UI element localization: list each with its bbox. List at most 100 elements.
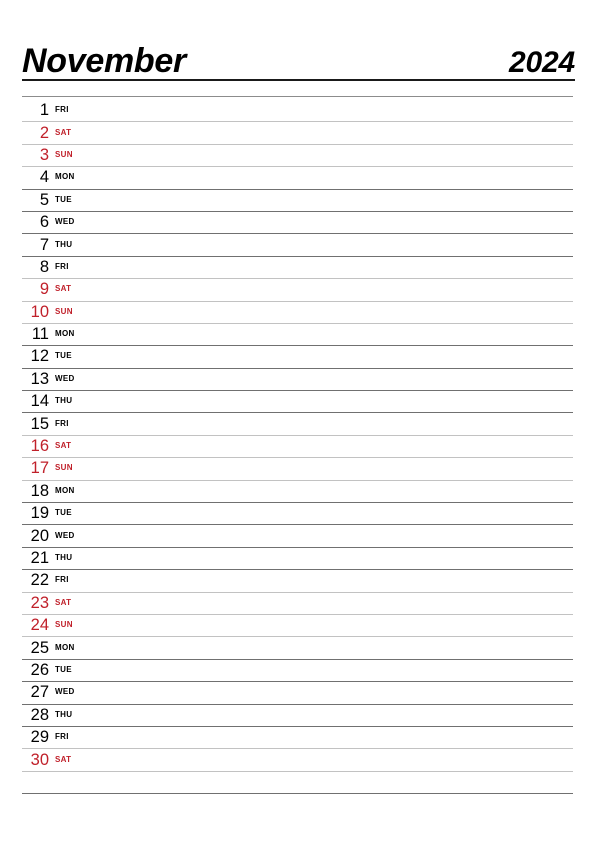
calendar-header: November 2024	[22, 34, 575, 80]
day-note-area[interactable]	[72, 548, 573, 569]
day-note-area[interactable]	[75, 324, 573, 345]
day-note-area[interactable]	[75, 212, 573, 233]
day-note-area[interactable]	[71, 749, 573, 770]
day-row[interactable]: 26 TUE	[22, 660, 573, 683]
day-row[interactable]: 3 SUN	[22, 145, 573, 168]
day-row[interactable]: 17 SUN	[22, 458, 573, 481]
day-row[interactable]: 9 SAT	[22, 279, 573, 302]
day-number: 1	[39, 101, 49, 120]
day-note-area[interactable]	[71, 279, 573, 300]
weekday-abbreviation: MON	[55, 642, 75, 652]
calendar-page: November 2024 1 FRI 2 SAT 3 SUN 4 MON 5 TUE 6 WED 7 T…	[0, 0, 595, 843]
day-row[interactable]: 29 FRI	[22, 727, 573, 750]
day-note-area[interactable]	[72, 234, 573, 255]
day-note-area[interactable]	[69, 570, 573, 591]
day-note-area[interactable]	[71, 122, 573, 143]
day-number: 25	[30, 638, 49, 657]
page-title: November	[22, 42, 186, 80]
day-row[interactable]: 5 TUE	[22, 190, 573, 212]
day-row[interactable]: 12 TUE	[22, 346, 573, 369]
weekday-abbreviation: TUE	[55, 194, 72, 204]
day-row[interactable]: 22 FRI	[22, 570, 573, 593]
weekday-abbreviation: MON	[55, 329, 75, 339]
day-note-area[interactable]	[75, 525, 573, 546]
day-number: 21	[30, 549, 49, 567]
weekday-abbreviation: FRI	[55, 732, 69, 742]
day-row[interactable]: 6 WED	[22, 212, 573, 235]
day-number: 26	[30, 660, 49, 679]
weekday-abbreviation: SUN	[55, 463, 73, 473]
day-row[interactable]: 11 MON	[22, 324, 573, 347]
day-number: 7	[39, 235, 49, 254]
weekday-abbreviation: SAT	[55, 127, 72, 137]
year-label: 2024	[509, 46, 575, 79]
day-note-area[interactable]	[72, 503, 573, 524]
day-row[interactable]: 15 FRI	[22, 413, 573, 436]
day-note-area[interactable]	[72, 705, 573, 726]
day-note-area[interactable]	[72, 391, 573, 412]
day-note-area[interactable]	[69, 413, 573, 434]
weekday-abbreviation: SUN	[55, 306, 73, 316]
day-row[interactable]: 19 TUE	[22, 503, 573, 526]
day-row[interactable]: 25 MON	[22, 637, 573, 660]
day-note-area[interactable]	[72, 346, 573, 367]
day-note-area[interactable]	[69, 100, 573, 121]
day-row[interactable]: 2 SAT	[22, 122, 573, 145]
weekday-abbreviation: TUE	[55, 351, 72, 361]
weekday-abbreviation: FRI	[55, 105, 69, 115]
weekday-abbreviation: THU	[55, 239, 73, 249]
day-note-area[interactable]	[73, 615, 573, 636]
day-note-area[interactable]	[71, 436, 573, 457]
day-number: 30	[30, 750, 49, 769]
weekday-abbreviation: SAT	[55, 597, 72, 607]
day-number: 10	[30, 302, 49, 321]
day-row[interactable]: 7 THU	[22, 234, 573, 257]
day-note-area[interactable]	[72, 190, 573, 211]
day-row[interactable]: 20 WED	[22, 525, 573, 548]
day-note-area[interactable]	[75, 369, 573, 390]
trailing-blank-row[interactable]	[22, 772, 573, 795]
day-note-area[interactable]	[75, 481, 573, 502]
day-note-area[interactable]	[69, 727, 573, 748]
weekday-abbreviation: THU	[55, 709, 73, 719]
day-number: 27	[30, 683, 49, 702]
day-number: 6	[39, 213, 49, 232]
weekday-abbreviation: WED	[55, 687, 75, 697]
day-note-area[interactable]	[75, 682, 573, 703]
weekday-abbreviation: MON	[55, 172, 75, 182]
day-row[interactable]: 16 SAT	[22, 436, 573, 459]
day-row[interactable]: 10 SUN	[22, 302, 573, 324]
day-note-area[interactable]	[73, 302, 573, 323]
header-divider-thick	[22, 79, 575, 81]
day-row[interactable]: 13 WED	[22, 369, 573, 392]
day-row[interactable]: 8 FRI	[22, 257, 573, 280]
weekday-abbreviation: SAT	[55, 754, 72, 764]
day-row[interactable]: 30 SAT	[22, 749, 573, 772]
weekday-abbreviation: SUN	[55, 149, 73, 159]
day-number: 5	[39, 190, 49, 209]
day-number: 24	[30, 616, 49, 635]
day-row[interactable]: 4 MON	[22, 167, 573, 190]
day-row[interactable]: 18 MON	[22, 481, 573, 504]
day-note-area[interactable]	[75, 637, 573, 658]
day-row[interactable]: 21 THU	[22, 548, 573, 571]
day-note-area[interactable]	[75, 167, 573, 188]
day-row[interactable]: 14 THU	[22, 391, 573, 414]
weekday-abbreviation: THU	[55, 553, 73, 562]
day-note-area[interactable]	[72, 660, 573, 681]
day-row[interactable]: 28 THU	[22, 705, 573, 727]
day-number: 13	[30, 369, 49, 388]
day-note-area[interactable]	[71, 593, 573, 614]
day-number: 3	[39, 145, 49, 164]
day-row[interactable]: 27 WED	[22, 682, 573, 705]
day-row[interactable]: 24 SUN	[22, 615, 573, 638]
day-note-area[interactable]	[73, 145, 573, 166]
day-list: 1 FRI 2 SAT 3 SUN 4 MON 5 TUE 6 WED 7 THU 8 FRI 9 SAT 10 SU…	[22, 100, 573, 795]
header-divider-thin	[22, 96, 573, 97]
day-row[interactable]: 1 FRI	[22, 100, 573, 123]
day-number: 16	[30, 437, 49, 456]
day-number: 20	[30, 526, 49, 545]
day-note-area[interactable]	[69, 257, 573, 278]
day-row[interactable]: 23 SAT	[22, 593, 573, 615]
day-note-area[interactable]	[73, 458, 573, 479]
